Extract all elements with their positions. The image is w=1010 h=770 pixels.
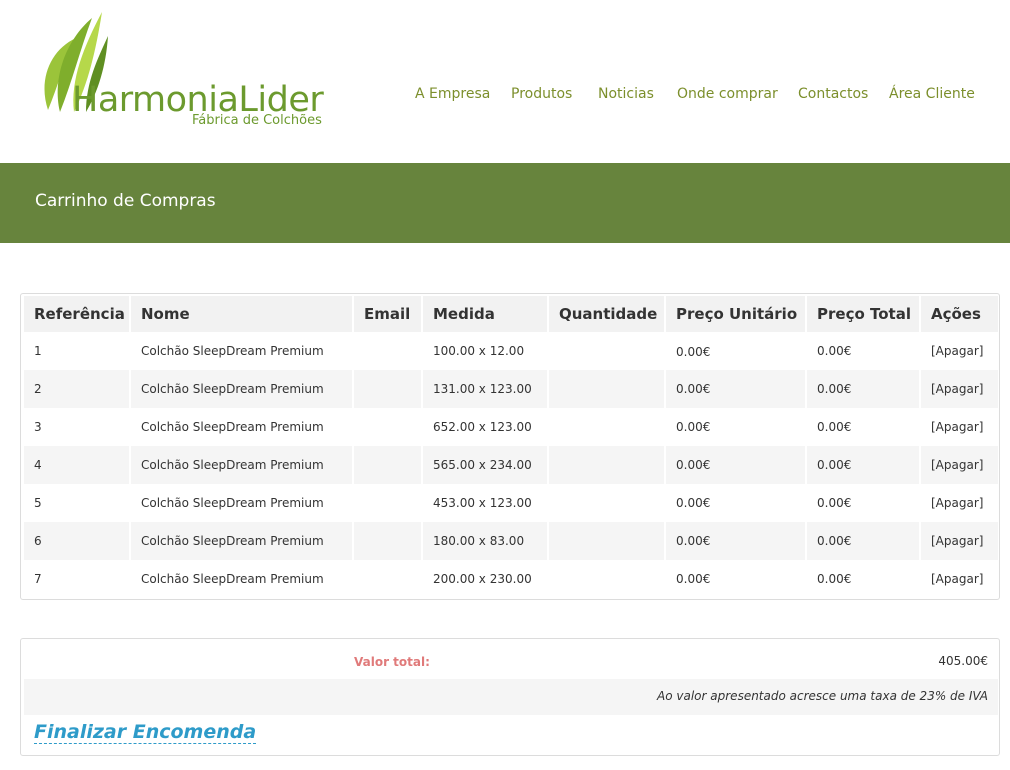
cell-email	[354, 332, 423, 370]
cell-email	[354, 522, 423, 560]
site-logo[interactable]: HarmoniaLider Fábrica de Colchões	[40, 10, 340, 135]
cell-medida: 565.00 x 234.00	[423, 446, 549, 484]
cell-email	[354, 484, 423, 522]
cell-referencia: 4	[24, 446, 131, 484]
cell-quantidade	[549, 370, 666, 408]
delete-link[interactable]: [Apagar]	[921, 332, 998, 370]
cell-medida: 180.00 x 83.00	[423, 522, 549, 560]
page-title-bar: Carrinho de Compras	[0, 163, 1010, 243]
cell-nome: Colchão SleepDream Premium	[131, 446, 354, 484]
column-header-preco-unitario: Preço Unitário	[666, 296, 807, 332]
cell-referencia: 1	[24, 332, 131, 370]
main-nav: A Empresa Produtos Noticias Onde comprar…	[0, 86, 1010, 106]
cell-preco-unitario: 0.00€	[666, 408, 807, 446]
table-row: 4 Colchão SleepDream Premium 565.00 x 23…	[24, 446, 998, 484]
cell-quantidade	[549, 332, 666, 370]
cell-nome: Colchão SleepDream Premium	[131, 332, 354, 370]
table-row: 1 Colchão SleepDream Premium 100.00 x 12…	[24, 332, 998, 370]
cell-preco-total: 0.00€	[807, 484, 921, 522]
cart-table: Referência Nome Email Medida Quantidade …	[20, 293, 1000, 600]
nav-item-produtos[interactable]: Produtos	[511, 86, 572, 102]
delete-link[interactable]: [Apagar]	[921, 408, 998, 446]
nav-item-a-empresa[interactable]: A Empresa	[415, 86, 490, 102]
column-header-nome: Nome	[131, 296, 354, 332]
column-header-quantidade: Quantidade	[549, 296, 666, 332]
cell-preco-unitario: 0.00€	[666, 370, 807, 408]
cell-preco-total: 0.00€	[807, 408, 921, 446]
cell-quantidade	[549, 484, 666, 522]
cell-preco-total: 0.00€	[807, 370, 921, 408]
delete-link[interactable]: [Apagar]	[921, 446, 998, 484]
cell-referencia: 6	[24, 522, 131, 560]
cell-preco-total: 0.00€	[807, 560, 921, 598]
cell-nome: Colchão SleepDream Premium	[131, 484, 354, 522]
brand-tagline: Fábrica de Colchões	[192, 113, 322, 128]
nav-item-noticias[interactable]: Noticias	[598, 86, 654, 102]
cell-medida: 100.00 x 12.00	[423, 332, 549, 370]
column-header-medida: Medida	[423, 296, 549, 332]
order-summary: Valor total: 405.00€ Ao valor apresentad…	[20, 638, 1000, 756]
cell-preco-unitario: 0.00€	[666, 560, 807, 598]
delete-link[interactable]: [Apagar]	[921, 522, 998, 560]
cell-medida: 131.00 x 123.00	[423, 370, 549, 408]
cell-email	[354, 560, 423, 598]
cell-email	[354, 408, 423, 446]
cell-preco-unitario: 0.00€	[666, 484, 807, 522]
cell-nome: Colchão SleepDream Premium	[131, 408, 354, 446]
cell-quantidade	[549, 560, 666, 598]
cell-preco-unitario: 0.00€	[666, 522, 807, 560]
delete-link[interactable]: [Apagar]	[921, 370, 998, 408]
nav-item-area-cliente[interactable]: Área Cliente	[889, 86, 975, 102]
cell-quantidade	[549, 522, 666, 560]
cell-email	[354, 446, 423, 484]
table-row: 7 Colchão SleepDream Premium 200.00 x 23…	[24, 560, 998, 598]
cell-referencia: 7	[24, 560, 131, 598]
total-label: Valor total:	[354, 655, 430, 669]
cell-medida: 453.00 x 123.00	[423, 484, 549, 522]
total-row: Valor total: 405.00€	[24, 643, 998, 679]
column-header-referencia: Referência	[24, 296, 131, 332]
delete-link[interactable]: [Apagar]	[921, 484, 998, 522]
cell-referencia: 2	[24, 370, 131, 408]
table-row: 5 Colchão SleepDream Premium 453.00 x 12…	[24, 484, 998, 522]
column-header-acoes: Ações	[921, 296, 998, 332]
table-row: 6 Colchão SleepDream Premium 180.00 x 83…	[24, 522, 998, 560]
cell-quantidade	[549, 446, 666, 484]
table-row: 2 Colchão SleepDream Premium 131.00 x 12…	[24, 370, 998, 408]
nav-item-onde-comprar[interactable]: Onde comprar	[677, 86, 778, 102]
total-value: 405.00€	[938, 654, 988, 668]
cell-preco-unitario: 0.00€	[666, 446, 807, 484]
page-title: Carrinho de Compras	[35, 191, 216, 211]
cell-referencia: 5	[24, 484, 131, 522]
cell-nome: Colchão SleepDream Premium	[131, 370, 354, 408]
site-header: HarmoniaLider Fábrica de Colchões A Empr…	[0, 0, 1010, 163]
cell-preco-unitario: 0.00€	[666, 332, 807, 370]
cell-nome: Colchão SleepDream Premium	[131, 560, 354, 598]
cell-medida: 652.00 x 123.00	[423, 408, 549, 446]
cell-email	[354, 370, 423, 408]
cell-preco-total: 0.00€	[807, 332, 921, 370]
cell-referencia: 3	[24, 408, 131, 446]
iva-row: Ao valor apresentado acresce uma taxa de…	[24, 679, 998, 715]
table-row: 3 Colchão SleepDream Premium 652.00 x 12…	[24, 408, 998, 446]
cell-preco-total: 0.00€	[807, 446, 921, 484]
column-header-email: Email	[354, 296, 423, 332]
cell-medida: 200.00 x 230.00	[423, 560, 549, 598]
cell-quantidade	[549, 408, 666, 446]
cell-preco-total: 0.00€	[807, 522, 921, 560]
finalize-order-link[interactable]: Finalizar Encomenda	[34, 721, 257, 744]
iva-note: Ao valor apresentado acresce uma taxa de…	[657, 689, 988, 703]
cell-nome: Colchão SleepDream Premium	[131, 522, 354, 560]
delete-link[interactable]: [Apagar]	[921, 560, 998, 598]
table-header-row: Referência Nome Email Medida Quantidade …	[24, 296, 998, 332]
nav-item-contactos[interactable]: Contactos	[798, 86, 868, 102]
column-header-preco-total: Preço Total	[807, 296, 921, 332]
